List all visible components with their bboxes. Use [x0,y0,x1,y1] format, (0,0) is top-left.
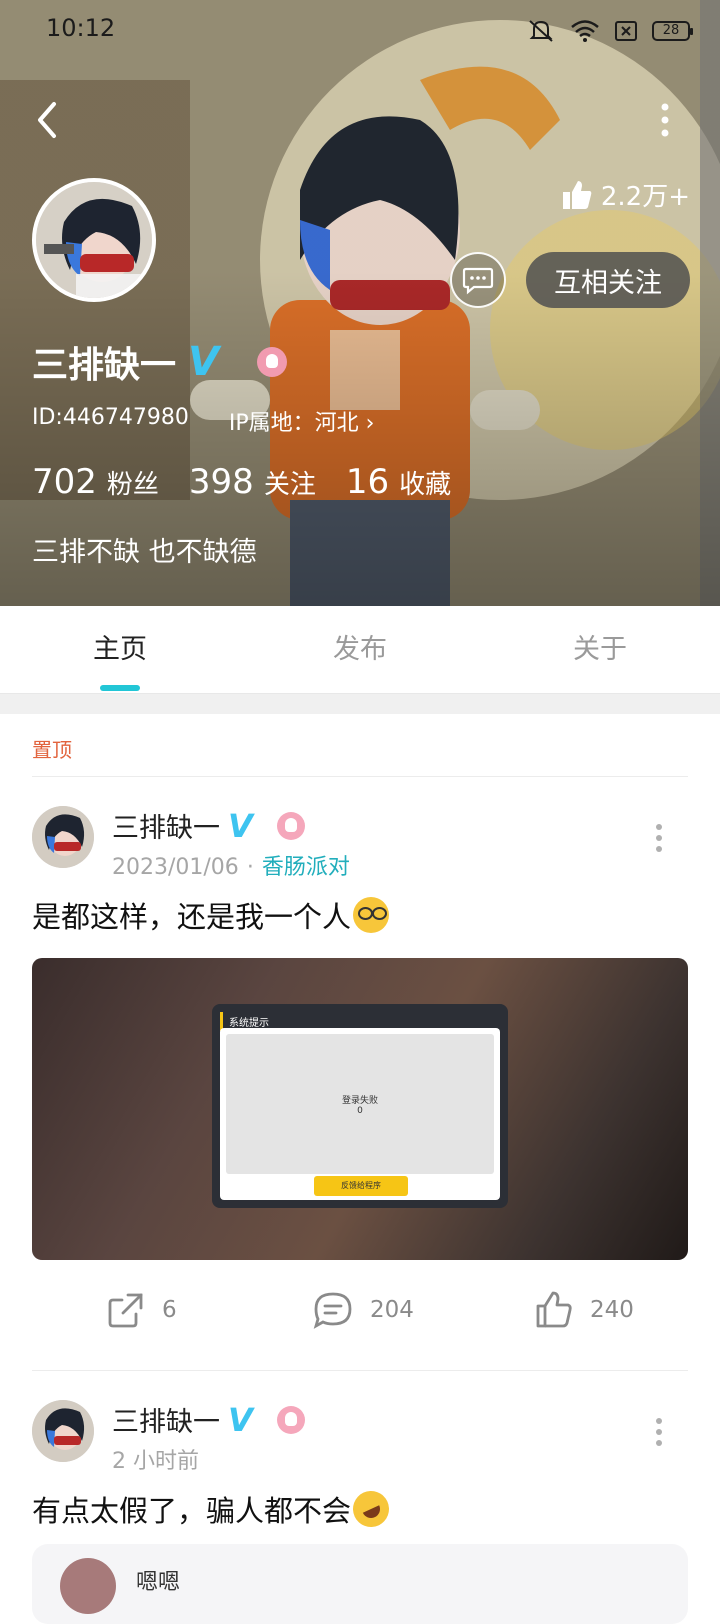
battery-level: 28 [662,23,680,38]
mutual-follow-button[interactable]: 互相关注 [526,252,690,308]
stat-label: 关注 [263,470,316,500]
stat-favorites[interactable]: 16 收藏 [346,462,451,502]
stat-following[interactable]: 398 关注 [189,462,316,502]
comment-count: 204 [370,1297,414,1323]
post-date: 2023/01/06 [112,855,239,880]
repost-avatar [60,1558,116,1614]
post-date: 2 小时前 [112,1449,199,1474]
post-more-icon[interactable] [654,822,664,854]
tab-home[interactable]: 主页 [0,606,240,693]
post-more-icon[interactable] [654,1416,664,1448]
profile-header: 10:12 28 2.2万+ 互相关注 三排缺一 V ID:446747980 … [0,0,720,606]
post-author-name[interactable]: 三排缺一 [112,1400,220,1439]
share-icon [108,1293,143,1328]
profile-name-row: 三排缺一 V [32,336,287,388]
pinned-label: 置顶 [32,738,72,762]
post-text-content: 是都这样，还是我一个人 [32,900,352,934]
post-author-avatar[interactable] [32,1400,94,1462]
profile-id-row: ID:446747980 IP属地：河北 › [32,405,374,437]
stat-label: 粉丝 [106,470,159,500]
no-sim-icon [615,21,637,41]
stat-label: 收藏 [399,470,452,500]
chat-bubble-icon [462,267,494,295]
level-badge-icon [276,1405,305,1434]
like-action[interactable]: 240 [534,1290,634,1330]
profile-likes: 2.2万+ [561,176,690,213]
thumbs-up-outline-icon [536,1291,572,1328]
post-author-name[interactable]: 三排缺一 [112,806,220,845]
nerd-face-emoji-icon [353,897,390,933]
share-action[interactable]: 6 [106,1290,177,1330]
status-time: 10:12 [46,14,116,42]
level-badge-icon [276,811,305,840]
image-dialog: 系统提示 登录失败 0 反馈给程序 [212,1004,508,1208]
mute-bell-icon [529,20,553,42]
level-badge-icon [256,347,287,377]
post-text-content: 有点太假了，骗人都不会 [32,1494,352,1528]
profile-name: 三排缺一 [32,345,177,386]
post-author-avatar[interactable] [32,806,94,868]
divider [32,1370,688,1371]
post-actions: 6 204 240 [0,1290,720,1340]
profile-avatar[interactable] [32,178,156,302]
profile-stats: 702 粉丝 398 关注 16 收藏 [32,462,451,502]
rofl-emoji-icon [347,1485,395,1533]
ip-location[interactable]: IP属地：河北 › [229,405,375,437]
reposted-content[interactable]: 嗯嗯 [32,1544,688,1624]
like-count: 240 [590,1297,634,1323]
repost-author-name: 嗯嗯 [136,1570,181,1595]
stat-fans[interactable]: 702 粉丝 [32,462,159,502]
likes-count: 2.2万+ [600,182,690,212]
stat-number: 702 [32,462,97,502]
more-options-icon[interactable] [658,100,672,140]
verified-icon: V [228,806,253,845]
post-topic-link[interactable]: 香肠派对 [262,855,350,880]
meta-separator: · [246,855,254,880]
comment-action[interactable]: 204 [312,1290,414,1330]
post-text: 是都这样，还是我一个人 [32,894,390,936]
post-image[interactable]: 系统提示 登录失败 0 反馈给程序 [32,958,688,1260]
post-header: 三排缺一 V 2 小时前 [32,1400,305,1475]
profile-bio: 三排不缺 也不缺德 [32,537,257,568]
message-button[interactable] [450,252,506,308]
verified-icon: V [228,1400,253,1439]
image-dialog-code: 0 [357,1105,363,1116]
status-bar: 10:12 28 [0,0,720,64]
wifi-icon [571,20,599,42]
battery-icon: 28 [652,21,693,41]
image-dialog-message: 登录失败 [341,1095,378,1106]
profile-tabs: 主页 发布 关于 [0,606,720,694]
section-divider [0,694,720,714]
verified-icon: V [188,339,219,385]
back-icon[interactable] [28,96,68,144]
image-dialog-button: 反馈给程序 [314,1176,408,1196]
tab-about[interactable]: 关于 [480,606,720,693]
user-id: ID:446747980 [32,405,189,430]
thumbs-up-icon [562,180,592,209]
share-count: 6 [162,1297,177,1323]
post-text: 有点太假了，骗人都不会 [32,1485,395,1533]
stat-number: 398 [188,462,254,502]
stat-number: 16 [345,462,390,502]
post-header: 三排缺一 V 2023/01/06 · 香肠派对 [32,806,350,881]
tab-posts[interactable]: 发布 [240,606,480,693]
comment-icon [313,1292,352,1329]
divider [32,776,688,777]
